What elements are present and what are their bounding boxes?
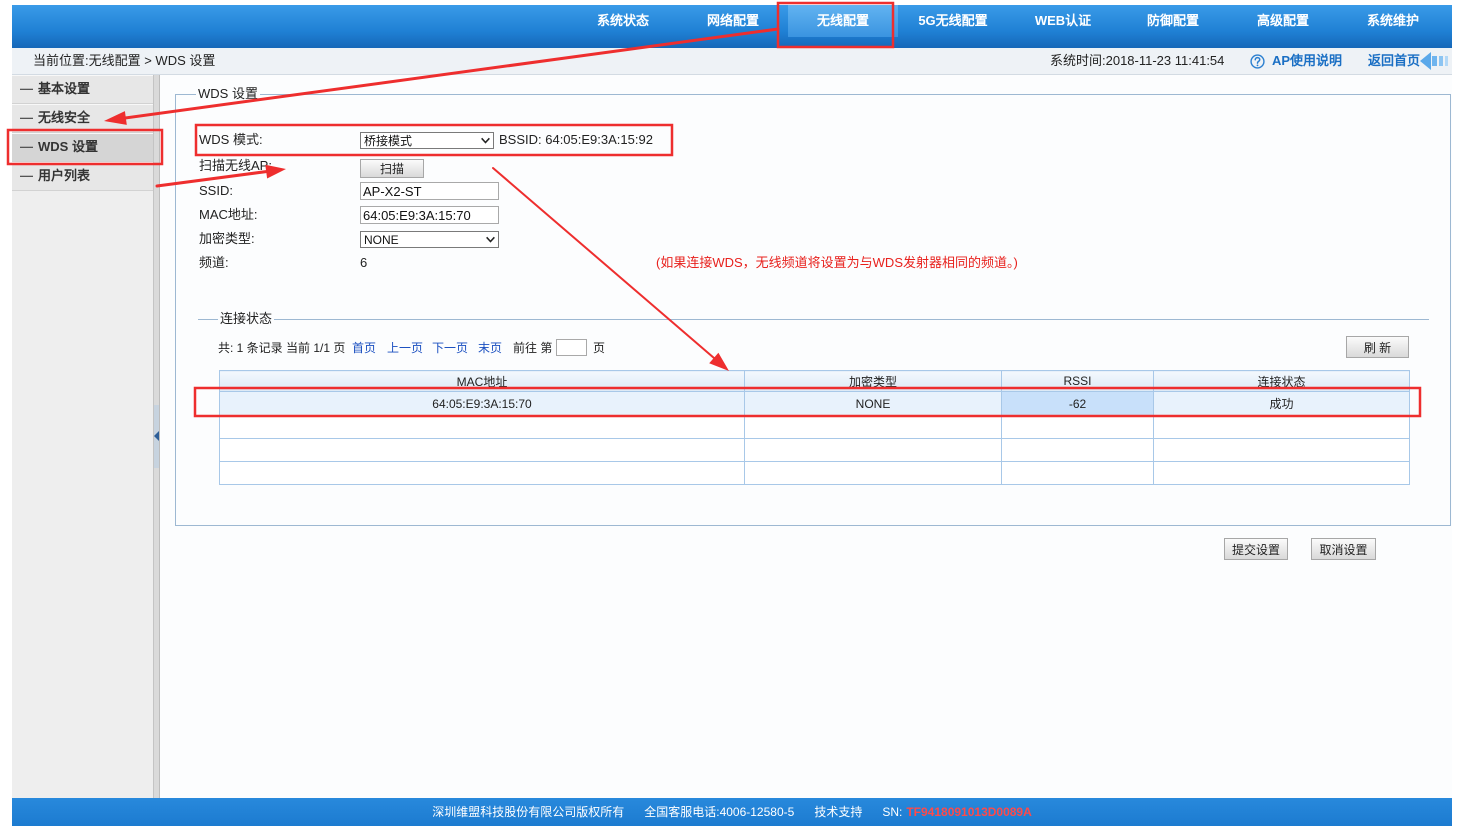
encryption-select-box: NONE	[360, 231, 499, 248]
footer-sn: SN: TF9418091013D0089A	[882, 805, 1031, 819]
breadcrumb: 当前位置:无线配置 > WDS 设置	[33, 53, 216, 68]
nav-item-system-status[interactable]: 系统状态	[568, 5, 678, 37]
cell-encryption	[744, 461, 1002, 485]
cell-rssi: -62	[1001, 391, 1154, 416]
column-header-mac: MAC地址	[219, 370, 745, 392]
sidebar-splitter[interactable]	[153, 75, 160, 798]
table-header-row: MAC地址 加密类型 RSSI 连接状态	[219, 370, 1410, 392]
nav-item-5g-wireless-config[interactable]: 5G无线配置	[898, 5, 1008, 37]
pagination-page-suffix: 页	[593, 341, 606, 355]
wds-mode-label: WDS 模式:	[199, 132, 263, 147]
system-time: 系统时间:2018-11-23 11:41:54	[1050, 53, 1225, 68]
wds-mode-select[interactable]: 桥接模式	[361, 133, 493, 149]
ssid-input[interactable]	[360, 182, 499, 200]
mac-address-input[interactable]	[360, 206, 499, 224]
table-row[interactable]: 64:05:E9:3A:15:70 NONE -62 成功	[219, 391, 1410, 416]
sidebar: — 基本设置 — 无线安全 — WDS 设置 — 用户列表	[12, 75, 153, 798]
scan-ap-label: 扫描无线AP:	[199, 158, 272, 173]
cell-rssi	[1001, 415, 1154, 439]
cell-status	[1153, 438, 1410, 462]
connection-status-divider	[198, 319, 1429, 320]
pagination-prev-link[interactable]: 上一页	[387, 340, 423, 356]
nav-item-system-maintenance[interactable]: 系统维护	[1338, 5, 1448, 37]
cell-rssi	[1001, 461, 1154, 485]
pagination-next-link[interactable]: 下一页	[432, 340, 468, 356]
table-row	[219, 415, 1410, 439]
wds-settings-legend: WDS 设置	[196, 86, 260, 102]
column-header-status: 连接状态	[1153, 370, 1410, 392]
sidebar-item-basic-settings[interactable]: — 基本设置	[12, 75, 153, 104]
footer-sn-label: SN:	[882, 805, 903, 819]
bssid-value: BSSID: 64:05:E9:3A:15:92	[499, 132, 653, 147]
ap-help-link[interactable]: AP使用说明	[1272, 48, 1342, 74]
cell-mac	[219, 438, 745, 462]
pagination-last-link[interactable]: 末页	[478, 340, 502, 356]
sidebar-item-prefix: —	[20, 168, 33, 183]
sidebar-item-prefix: —	[20, 110, 33, 125]
sidebar-item-prefix: —	[20, 81, 33, 96]
table-row	[219, 438, 1410, 462]
footer: 深圳维盟科技股份有限公司版权所有 全国客服电话:4006-12580-5 技术支持 S…	[12, 798, 1452, 826]
connection-status-table: MAC地址 加密类型 RSSI 连接状态 64:05:E9:3A:15:70 N…	[219, 370, 1410, 485]
main-content: WDS 设置 WDS 模式: 桥接模式 BSSID: 64:05:E9:3A:1…	[160, 75, 1452, 798]
breadcrumb-bar: 当前位置:无线配置 > WDS 设置 系统时间:2018-11-23 11:41…	[12, 48, 1452, 75]
pagination-goto-label: 前往 第	[513, 341, 553, 355]
nav-item-wireless-config[interactable]: 无线配置	[788, 5, 898, 37]
footer-copyright: 深圳维盟科技股份有限公司版权所有	[432, 805, 625, 819]
top-nav-items: 系统状态 网络配置 无线配置 5G无线配置 WEB认证 防御配置 高级配置 系统…	[568, 5, 1448, 37]
sidebar-item-label: 无线安全	[38, 110, 91, 125]
pagination-first-link[interactable]: 首页	[352, 340, 376, 356]
sidebar-item-label: 基本设置	[38, 81, 91, 96]
sidebar-item-user-list[interactable]: — 用户列表	[12, 162, 153, 191]
cell-status: 成功	[1153, 391, 1410, 416]
sidebar-collapse-handle[interactable]	[154, 405, 159, 468]
wds-settings-panel: WDS 设置 WDS 模式: 桥接模式 BSSID: 64:05:E9:3A:1…	[175, 86, 1451, 526]
cell-mac: 64:05:E9:3A:15:70	[219, 391, 745, 416]
column-header-rssi: RSSI	[1001, 370, 1154, 392]
refresh-button[interactable]: 刷 新	[1346, 336, 1409, 358]
footer-hotline: 全国客服电话:4006-12580-5	[644, 805, 795, 819]
back-home-link[interactable]: 返回首页	[1368, 48, 1420, 74]
nav-item-advanced-config[interactable]: 高级配置	[1228, 5, 1338, 37]
back-arrow-icon[interactable]	[1420, 51, 1452, 71]
cell-mac	[219, 415, 745, 439]
pagination-page-input[interactable]	[556, 339, 587, 356]
nav-item-defense-config[interactable]: 防御配置	[1118, 5, 1228, 37]
cell-mac	[219, 461, 745, 485]
cell-encryption	[744, 438, 1002, 462]
wds-mode-select-box: 桥接模式	[360, 132, 494, 149]
sidebar-item-wireless-security[interactable]: — 无线安全	[12, 104, 153, 133]
mac-address-label: MAC地址:	[199, 207, 258, 222]
channel-note: (如果连接WDS，无线频道将设置为与WDS发射器相同的频道。)	[656, 255, 1018, 270]
channel-label: 频道:	[199, 255, 229, 270]
sidebar-item-prefix: —	[20, 139, 33, 154]
pagination-summary: 共: 1 条记录 当前 1/1 页	[218, 341, 346, 355]
cell-rssi	[1001, 438, 1154, 462]
column-header-encryption: 加密类型	[744, 370, 1002, 392]
cell-encryption	[744, 415, 1002, 439]
submit-settings-button[interactable]: 提交设置	[1224, 538, 1288, 560]
table-row	[219, 461, 1410, 485]
question-circle-icon[interactable]	[1250, 54, 1265, 69]
sidebar-item-label: 用户列表	[38, 168, 91, 183]
footer-support-link[interactable]: 技术支持	[814, 805, 862, 819]
footer-sn-value: TF9418091013D0089A	[906, 805, 1032, 819]
nav-item-web-auth[interactable]: WEB认证	[1008, 5, 1118, 37]
cell-encryption: NONE	[744, 391, 1002, 416]
sidebar-item-label: WDS 设置	[38, 139, 98, 154]
sidebar-item-wds-settings[interactable]: — WDS 设置	[12, 133, 153, 162]
cell-status	[1153, 415, 1410, 439]
connection-status-legend: 连接状态	[218, 311, 275, 327]
ssid-label: SSID:	[199, 183, 233, 198]
cell-status	[1153, 461, 1410, 485]
cancel-settings-button[interactable]: 取消设置	[1311, 538, 1376, 560]
encryption-type-label: 加密类型:	[199, 231, 255, 246]
encryption-type-select[interactable]: NONE	[361, 232, 498, 248]
scan-button[interactable]: 扫描	[360, 159, 424, 178]
top-nav-bar: 系统状态 网络配置 无线配置 5G无线配置 WEB认证 防御配置 高级配置 系统…	[12, 5, 1452, 48]
nav-item-network-config[interactable]: 网络配置	[678, 5, 788, 37]
channel-value: 6	[360, 255, 368, 270]
collapse-left-icon	[154, 431, 159, 441]
